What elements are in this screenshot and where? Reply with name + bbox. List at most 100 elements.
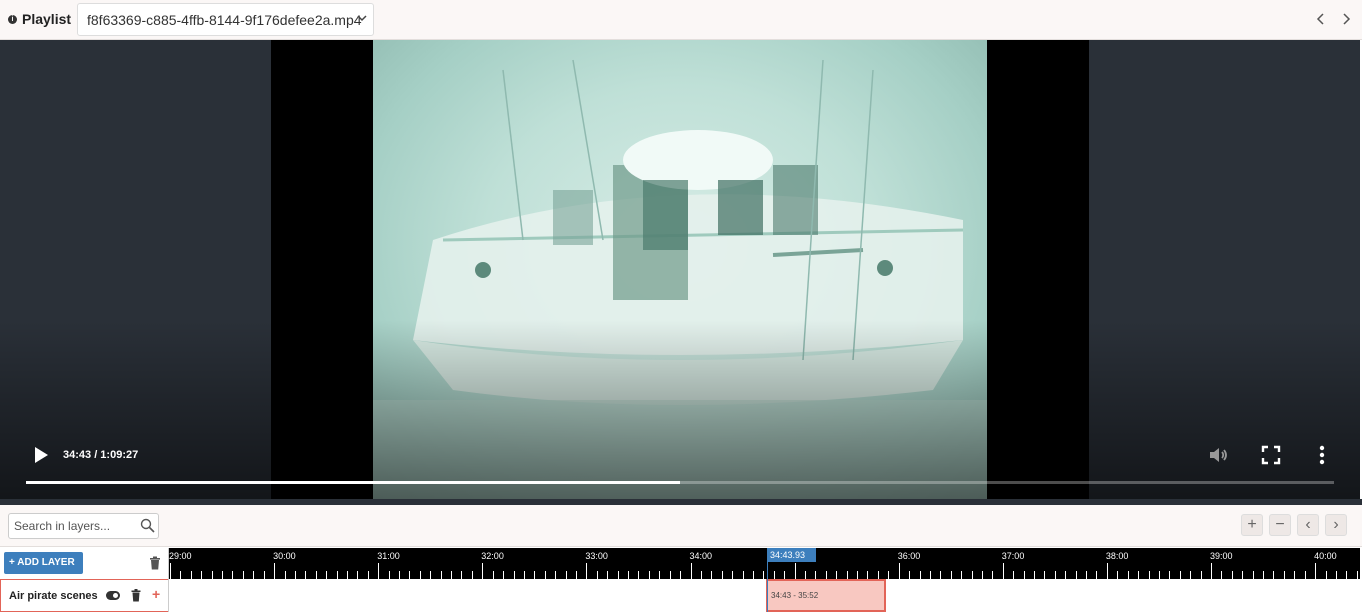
cursor-time-badge: 34:43.93 (767, 548, 816, 562)
tick-minor (1273, 571, 1275, 579)
tick-minor (232, 571, 234, 579)
tick-minor (1242, 571, 1244, 579)
tick-minor (503, 571, 505, 579)
playlist-label: Playlist (22, 11, 72, 27)
tick-minor (461, 571, 463, 579)
tick-minor (700, 571, 702, 579)
tick-minor (1158, 571, 1160, 579)
volume-icon[interactable] (1207, 443, 1231, 467)
trash-icon[interactable] (131, 589, 141, 602)
trash-icon[interactable] (149, 556, 161, 570)
tick-label: 33:00 (585, 551, 608, 561)
tick-minor (1283, 571, 1285, 579)
layer-item[interactable]: Air pirate scenes + (0, 579, 169, 612)
tick-minor (992, 571, 994, 579)
tick-minor (669, 571, 671, 579)
tick-label: 34:00 (689, 551, 713, 561)
timeline-prev-button[interactable]: ‹ (1297, 514, 1319, 536)
top-bar: i Playlist f8f63369-c885-4ffb-8144-9f176… (0, 0, 1362, 40)
tick-minor (950, 571, 952, 579)
plus-icon: + (9, 557, 15, 568)
timeline-ruler[interactable]: 29:0030:0031:0032:0033:0034:0035:0036:00… (169, 548, 1360, 579)
tick-minor (367, 571, 369, 579)
timeline-next-button[interactable]: › (1325, 514, 1347, 536)
tick-label: 36:00 (897, 551, 921, 561)
more-vert-icon[interactable] (1312, 444, 1332, 466)
segment-label: 34:43 - 35:52 (771, 591, 819, 600)
tick-major (378, 563, 380, 579)
tick-minor (1179, 571, 1181, 579)
tick-minor (1200, 571, 1202, 579)
tick-minor (1190, 571, 1192, 579)
tick-minor (773, 571, 775, 579)
tick-major (170, 563, 171, 579)
layer-name: Air pirate scenes (9, 590, 98, 602)
tick-label: 29:00 (169, 551, 192, 561)
tick-minor (763, 571, 765, 579)
tick-minor (440, 571, 442, 579)
tick-minor (1044, 571, 1046, 579)
add-layer-label: ADD LAYER (17, 557, 75, 568)
tick-minor (680, 571, 682, 579)
tick-minor (471, 571, 473, 579)
chevron-left-icon[interactable] (1313, 11, 1329, 27)
tick-minor (1263, 571, 1265, 579)
chevron-right-icon[interactable] (1338, 11, 1354, 27)
tick-minor (1294, 571, 1296, 579)
add-annotation-icon[interactable]: + (152, 586, 164, 602)
tick-minor (315, 571, 317, 579)
tick-minor (815, 571, 817, 579)
tick-minor (1127, 571, 1129, 579)
search-layers-input[interactable] (8, 513, 159, 539)
tick-minor (1148, 571, 1150, 579)
layers-toolbar: + − ‹ › (0, 505, 1362, 547)
tick-minor (857, 571, 859, 579)
tick-minor (836, 571, 838, 579)
tick-minor (555, 571, 557, 579)
tick-minor (1335, 571, 1337, 579)
tick-major (274, 563, 276, 579)
tick-minor (430, 571, 432, 579)
tick-minor (784, 571, 786, 579)
info-icon[interactable]: i (8, 15, 17, 24)
tick-minor (190, 571, 192, 579)
tick-minor (628, 571, 630, 579)
tick-minor (1034, 571, 1036, 579)
tick-minor (752, 571, 754, 579)
tick-major (794, 563, 796, 579)
tick-minor (1086, 571, 1088, 579)
timeline-lane[interactable] (169, 579, 1360, 612)
annotation-segment[interactable]: 34:43 - 35:52 (766, 579, 886, 612)
tick-minor (534, 571, 536, 579)
zoom-in-button[interactable]: + (1241, 514, 1263, 536)
tick-minor (867, 571, 869, 579)
tick-major (482, 563, 484, 579)
tick-minor (575, 571, 577, 579)
toggle-icon[interactable] (106, 591, 120, 600)
tick-minor (222, 571, 224, 579)
tick-minor (909, 571, 911, 579)
tick-major (1106, 563, 1108, 579)
tick-minor (1356, 571, 1358, 579)
tick-minor (1169, 571, 1171, 579)
tick-minor (419, 571, 421, 579)
tick-minor (617, 571, 619, 579)
tick-label: 40:00 (1314, 551, 1337, 561)
tick-minor (1075, 571, 1077, 579)
tick-minor (825, 571, 827, 579)
progress-fill (26, 481, 680, 484)
fullscreen-icon[interactable] (1260, 444, 1282, 466)
tick-minor (211, 571, 213, 579)
add-layer-button[interactable]: + ADD LAYER (4, 552, 83, 574)
tick-minor (711, 571, 713, 579)
search-icon[interactable] (140, 518, 155, 533)
zoom-out-button[interactable]: − (1269, 514, 1291, 536)
video-player[interactable]: 34:43 / 1:09:27 (0, 40, 1360, 499)
progress-bar[interactable] (26, 481, 1334, 484)
tick-minor (940, 571, 942, 579)
tick-major (1211, 563, 1212, 579)
play-icon[interactable] (30, 445, 50, 465)
tick-minor (1023, 571, 1025, 579)
tick-minor (1065, 571, 1067, 579)
file-select[interactable]: f8f63369-c885-4ffb-8144-9f176defee2a.mp4 (77, 3, 374, 36)
